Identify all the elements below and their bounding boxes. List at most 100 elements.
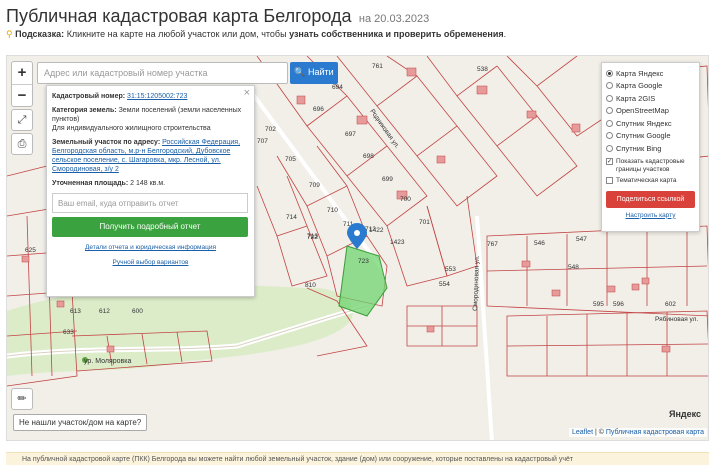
close-icon[interactable]: ×	[244, 88, 250, 99]
category-row: Категория земель: Земли поселений (земли…	[52, 106, 249, 133]
area-row: Уточненная площадь: 2 148 кв.м.	[52, 179, 249, 188]
search-button-label: Найти	[308, 67, 334, 77]
plot-label: 696	[313, 106, 324, 113]
plot-label: 714	[286, 214, 297, 221]
street-label-smor: Смородиновая ул.	[472, 255, 481, 311]
layer-label: Спутник Bing	[616, 143, 662, 153]
plot-label: 547	[576, 236, 587, 243]
place-label-mol: ур. Моляровка	[84, 358, 131, 365]
layer-label: Карта 2GIS	[616, 93, 656, 103]
checkbox-icon[interactable]	[606, 176, 613, 184]
zoom-out-button[interactable]: −	[12, 84, 32, 106]
radio-icon[interactable]	[606, 69, 613, 77]
layer-option[interactable]: Спутник Яндекс	[606, 117, 695, 130]
plot-label: 546	[534, 240, 545, 247]
layer-label: Спутник Яндекс	[616, 118, 672, 128]
show-borders-row[interactable]: ✓ Показать кадастровые границы участков	[606, 157, 695, 174]
plot-label: 1422	[369, 227, 384, 234]
hint-label: Подсказка:	[15, 29, 65, 39]
plot-label: 707	[257, 138, 268, 145]
not-found-button[interactable]: Не нашли участок/дом на карте?	[13, 414, 148, 431]
plot-label: 613	[70, 308, 81, 315]
layer-label: Карта Google	[616, 81, 663, 91]
plot-label: 554	[439, 281, 450, 288]
street-zol	[245, 84, 389, 278]
category-label: Категория земель:	[52, 107, 117, 114]
plot-label: 699	[382, 176, 393, 183]
street-smor	[475, 215, 494, 440]
plot-label: 761	[372, 63, 383, 70]
leaflet-link[interactable]: Leaflet	[572, 429, 593, 436]
email-field[interactable]: Ваш email, куда отправить отчет	[52, 193, 248, 213]
search-button[interactable]: 🔍 Найти	[290, 62, 338, 84]
setup-map-link[interactable]: Настроить карту	[606, 212, 695, 219]
radio-icon[interactable]	[606, 144, 613, 152]
plot-label: 810	[305, 282, 316, 289]
forest-area	[7, 283, 353, 376]
bottom-note: На публичной кадастровой карте (ПКК) Бел…	[6, 452, 709, 465]
ruler-icon[interactable]: ✏	[11, 388, 33, 410]
plot-label: 700	[400, 196, 411, 203]
show-borders-label: Показать кадастровые границы участков	[616, 157, 685, 173]
plot-label: 709	[309, 182, 320, 189]
layer-option[interactable]: Спутник Google	[606, 130, 695, 143]
radio-icon[interactable]	[606, 94, 613, 102]
cad-link[interactable]: 31:15:1205002:723	[127, 93, 187, 100]
cad-label: Кадастровый номер:	[52, 93, 126, 100]
plot-label: 701	[419, 219, 430, 226]
layers-panel: Карта Яндекс Карта Google Карта 2GIS Ope…	[601, 62, 700, 232]
hint-text: Кликните на карте на любой участок или д…	[66, 29, 287, 39]
page-title: Публичная кадастровая карта Белгорода на…	[6, 6, 429, 27]
use-value: Для индивидуального жилищного строительс…	[52, 125, 211, 132]
zoom-in-button[interactable]: +	[12, 62, 32, 84]
cadastral-map[interactable]: 761 538 696 694 697 698 699 700 701 702 …	[6, 55, 709, 441]
share-link-button[interactable]: Поделиться ссылкой	[606, 190, 695, 208]
lightbulb-icon: ⚲	[6, 29, 13, 39]
details-link[interactable]: Детали отчета и юридическая информация	[85, 244, 216, 251]
zoom-control[interactable]: + −	[11, 61, 33, 107]
plot-label: 596	[613, 301, 624, 308]
radio-icon[interactable]	[606, 107, 613, 115]
plot-label: 600	[132, 308, 143, 315]
plot-label: 595	[593, 301, 604, 308]
pin-dot	[354, 230, 360, 236]
layer-option[interactable]: Карта Google	[606, 80, 695, 93]
checkbox-checked-icon[interactable]: ✓	[606, 157, 613, 165]
plot-label: 698	[363, 153, 374, 160]
print-icon[interactable]: ⎙	[11, 133, 33, 155]
title-date: на 20.03.2023	[358, 13, 430, 25]
plot-label: 694	[332, 84, 343, 91]
street-label-ryab: Рябиновая ул.	[655, 315, 698, 323]
layer-label: Карта Яндекс	[616, 68, 664, 78]
search-input[interactable]: Адрес или кадастровый номер участка	[37, 62, 288, 84]
radio-icon[interactable]	[606, 82, 613, 90]
layer-option[interactable]: Карта 2GIS	[606, 92, 695, 105]
layer-label: OpenStreetMap	[616, 106, 669, 116]
expand-icon[interactable]: ⤢	[11, 109, 33, 131]
layer-option[interactable]: OpenStreetMap	[606, 105, 695, 118]
address-label: Земельный участок по адресу:	[52, 139, 161, 146]
map-attribution: Leaflet | © Публичная кадастровая карта	[569, 428, 708, 437]
thematic-row[interactable]: Тематическая карта	[606, 176, 695, 185]
get-report-button[interactable]: Получить подробный отчет	[52, 217, 248, 237]
hint-bold: узнать собственника и проверить обремене…	[289, 29, 504, 39]
attrib-sep: | ©	[593, 429, 606, 436]
plot-label: 723	[358, 258, 369, 265]
radio-icon[interactable]	[606, 132, 613, 140]
radio-icon[interactable]	[606, 119, 613, 127]
pkk-link[interactable]: Публичная кадастровая карта	[606, 429, 704, 436]
manual-select-link[interactable]: Ручной выбор вариантов	[113, 259, 189, 266]
plot-label: 538	[477, 66, 488, 73]
plot-label: 625	[25, 247, 36, 254]
layer-label: Спутник Google	[616, 131, 671, 141]
plot-label: 722	[307, 234, 318, 241]
layer-option[interactable]: Спутник Bing	[606, 142, 695, 155]
layer-option[interactable]: Карта Яндекс	[606, 67, 695, 80]
area-value: 2 148 кв.м.	[130, 180, 166, 187]
plot-info-card: × Кадастровый номер: 31:15:1205002:723 К…	[46, 85, 255, 297]
address-row: Земельный участок по адресу: Российская …	[52, 138, 249, 174]
thematic-label: Тематическая карта	[616, 176, 677, 184]
plot-label: 633	[63, 329, 74, 336]
plot-label: 697	[345, 131, 356, 138]
plot-label: 705	[285, 156, 296, 163]
